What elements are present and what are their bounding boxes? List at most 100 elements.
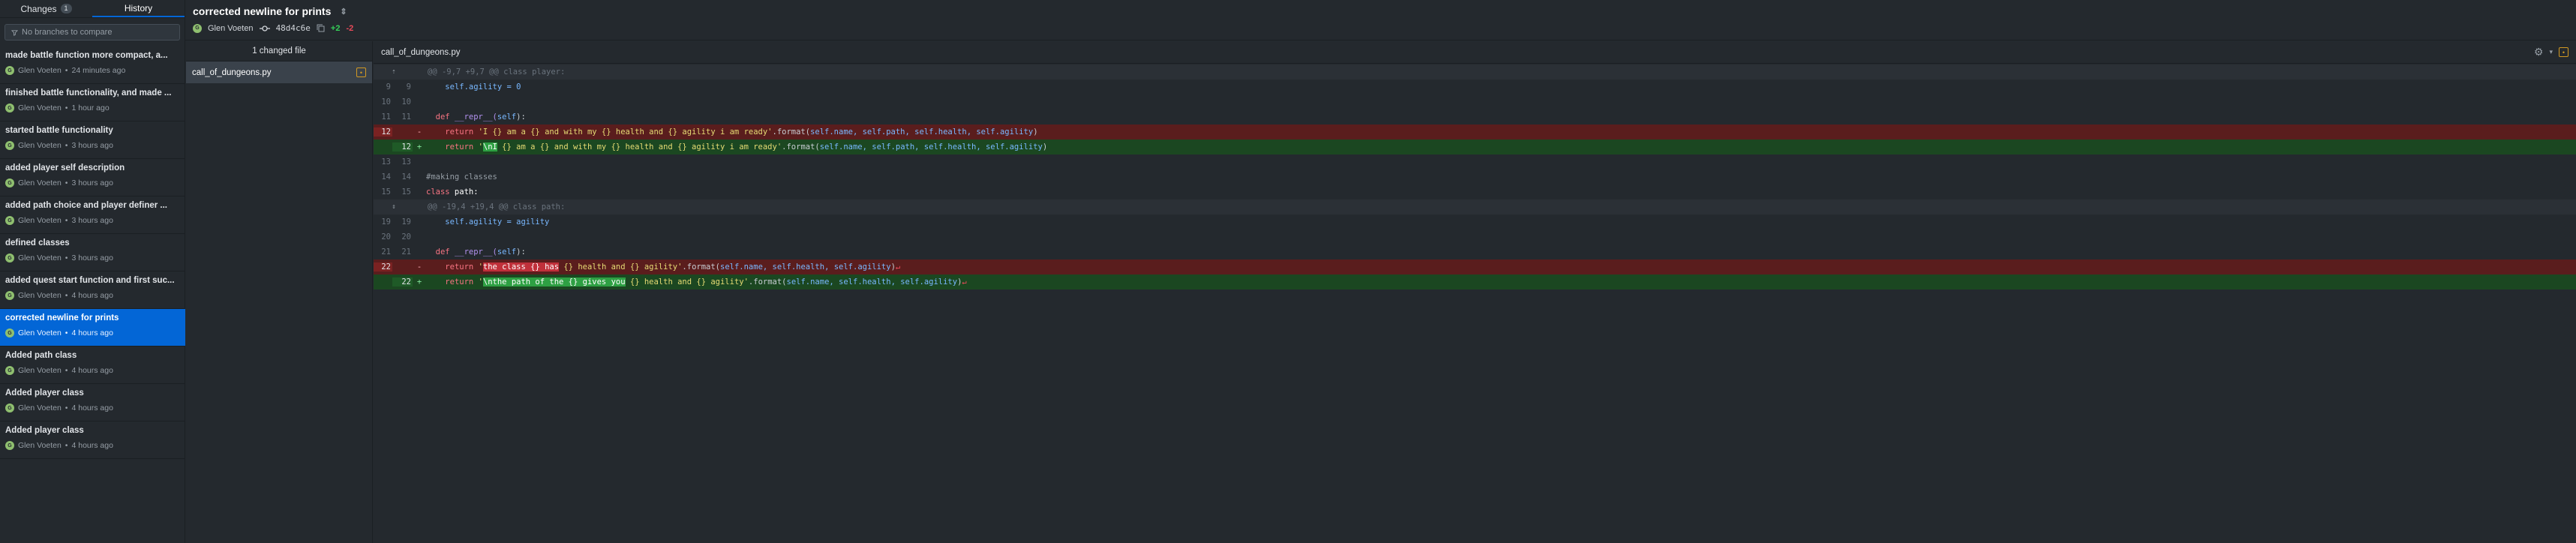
code-text: ) xyxy=(1042,142,1048,152)
commit-title: defined classes xyxy=(5,238,70,248)
commit-list-item[interactable]: added quest start function and first suc… xyxy=(0,272,185,309)
diff-line-context: 19 19 self.agility = agility xyxy=(374,214,2576,230)
commit-title: added player self description xyxy=(5,164,125,172)
diff-filename: call_of_dungeons.py xyxy=(381,47,461,57)
commit-list-item[interactable]: Added path class G Glen Voeten • 4 hours ag… xyxy=(0,346,185,384)
code-text: __repr__( xyxy=(449,248,497,256)
diff-highlight-added: \nI xyxy=(482,142,497,152)
diff-panel: call_of_dungeons.py ⚙ ▾ • ⇡ @@ -9,7 +9,7… xyxy=(374,41,2576,543)
copy-icon[interactable] xyxy=(317,24,325,32)
code-string: ' xyxy=(478,278,483,286)
old-line-number: 19 xyxy=(381,218,391,226)
commit-title: made battle function more compact, a... xyxy=(5,51,168,60)
tab-history-label: History xyxy=(124,2,153,14)
git-commit-icon xyxy=(259,25,270,32)
avatar: G xyxy=(193,23,202,33)
tab-changes[interactable]: Changes 1 xyxy=(0,0,92,17)
tab-changes-label: Changes xyxy=(20,3,57,14)
commit-author: Glen Voeten xyxy=(18,328,62,338)
branch-compare-input[interactable]: No branches to compare xyxy=(5,24,180,40)
commit-header: corrected newline for prints ⇕ G Glen Vo… xyxy=(185,0,2576,40)
modified-icon: • xyxy=(356,68,366,77)
avatar: G xyxy=(5,104,14,112)
gear-icon[interactable]: ⚙ xyxy=(2534,46,2544,58)
expand-both-icon[interactable]: ⇕ xyxy=(374,203,414,211)
new-line-number: 19 xyxy=(401,218,411,226)
commit-list-item[interactable]: Added player class G Glen Voeten • 4 hours … xyxy=(0,384,185,422)
diff-line-deletion: 12- return 'I {} am a {} and with my {} … xyxy=(374,124,2576,140)
additions-count: +2 xyxy=(330,23,341,33)
new-line-number: 10 xyxy=(401,98,411,106)
code-args: self.name, self.health, self.agility xyxy=(720,262,891,272)
diff-highlight-removed: the class {} has xyxy=(482,262,560,272)
commit-author: Glen Voeten xyxy=(18,216,62,225)
commit-time: 1 hour ago xyxy=(71,104,110,112)
avatar: G xyxy=(5,366,14,375)
commit-time: 3 hours ago xyxy=(71,254,113,262)
code-string: 'I {} am a {} and with my {} health and … xyxy=(478,128,773,136)
changed-file-name: call_of_dungeons.py xyxy=(192,68,272,77)
commit-author: Glen Voeten xyxy=(18,366,62,375)
chevron-down-icon[interactable]: ▾ xyxy=(2549,48,2553,56)
changed-files-panel: 1 changed file call_of_dungeons.py • xyxy=(186,41,373,543)
commit-title: Added player class xyxy=(5,388,84,398)
diff-highlight-added: \nthe path of the {} gives you xyxy=(482,278,626,286)
old-line-number: 12 xyxy=(374,128,392,136)
code-text: .format( xyxy=(682,262,720,272)
diff-line-context: 14 14 #making classes xyxy=(374,170,2576,184)
code-text: self.agility = 0 xyxy=(445,82,521,92)
new-line-number: 22 xyxy=(392,278,413,286)
sidebar: Changes 1 History No branches to compare… xyxy=(0,0,185,543)
commit-list: made battle function more compact, a... … xyxy=(0,46,185,459)
code-text: .format( xyxy=(748,278,787,286)
commit-time: 4 hours ago xyxy=(71,328,113,338)
commit-author: Glen Voeten xyxy=(18,291,62,300)
diff-line-context: 9 9 self.agility = 0 xyxy=(374,80,2576,94)
commit-title: Added player class xyxy=(5,426,84,435)
commit-author: Glen Voeten xyxy=(18,104,62,112)
commit-author: Glen Voeten xyxy=(18,178,62,188)
code-text: .format( xyxy=(782,142,820,152)
new-line-number: 9 xyxy=(406,82,411,92)
commit-list-item[interactable]: made battle function more compact, a... … xyxy=(0,46,185,84)
code-string: ' xyxy=(478,142,483,152)
commit-list-item[interactable]: defined classes G Glen Voeten • 3 hours ago xyxy=(0,234,185,272)
changes-count-badge: 1 xyxy=(60,4,72,14)
diff-line-context: 11 11 def __repr__(self): xyxy=(374,110,2576,124)
diff-line-context: 15 15 class path: xyxy=(374,184,2576,200)
commit-sha[interactable]: 48d4c6e xyxy=(276,23,311,33)
old-line-number: 10 xyxy=(381,98,391,106)
commit-list-item[interactable]: added player self description G Glen Voet… xyxy=(0,159,185,196)
code-keyword: return xyxy=(445,262,474,272)
new-line-number: 15 xyxy=(401,188,411,196)
commit-time: 3 hours ago xyxy=(71,216,113,225)
commit-list-item[interactable]: Added player class G Glen Voeten • 4 hours … xyxy=(0,422,185,459)
commit-time: 24 minutes ago xyxy=(71,66,126,75)
avatar: G xyxy=(5,178,14,188)
commit-time: 4 hours ago xyxy=(71,291,113,300)
expand-up-icon[interactable]: ⇡ xyxy=(374,68,414,76)
code-args: self.name, self.path, self.health, self.… xyxy=(819,142,1043,152)
unfold-icon[interactable]: ⇕ xyxy=(340,7,347,16)
diff-line-addition: 12 + return '\nI {} am a {} and with my {… xyxy=(374,140,2576,154)
diff-line-context: 13 13 xyxy=(374,154,2576,170)
code-text: .format( xyxy=(772,128,811,136)
commit-list-item[interactable]: started battle functionality G Glen Voete… xyxy=(0,122,185,159)
commit-summary-title: corrected newline for prints xyxy=(193,5,332,17)
old-line-number: 13 xyxy=(381,158,391,166)
diff-body: ⇡ @@ -9,7 +9,7 @@ class player: 9 9 self.… xyxy=(374,64,2576,290)
code-keyword: class xyxy=(426,188,450,196)
avatar: G xyxy=(5,216,14,225)
old-line-number: 22 xyxy=(374,262,392,272)
commit-list-item-selected[interactable]: corrected newline for prints G Glen Voete… xyxy=(0,309,185,346)
commit-title: corrected newline for prints xyxy=(5,314,119,322)
old-line-number: 21 xyxy=(381,248,391,256)
commit-time: 4 hours ago xyxy=(71,441,113,450)
avatar: G xyxy=(5,141,14,150)
code-text: __repr__( xyxy=(449,112,497,122)
changed-file-item[interactable]: call_of_dungeons.py • xyxy=(186,62,372,83)
commit-list-item[interactable]: added path choice and player definer ...… xyxy=(0,196,185,234)
old-line-number: 20 xyxy=(381,232,391,242)
tab-history[interactable]: History xyxy=(92,0,185,17)
commit-list-item[interactable]: finished battle functionality, and made … xyxy=(0,84,185,122)
